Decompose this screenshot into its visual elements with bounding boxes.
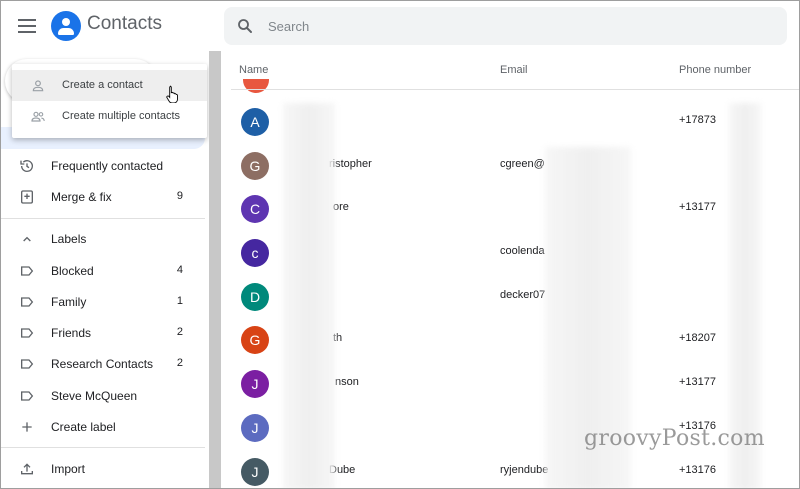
label-icon [21, 359, 34, 369]
label-icon [21, 266, 34, 276]
contact-name: ristopher [329, 158, 372, 170]
avatar: J [241, 414, 269, 442]
hamburger-icon [18, 19, 36, 21]
avatar: D [241, 283, 269, 311]
chevron-up-icon [23, 236, 31, 242]
sidebar-item-blocked[interactable]: Blocked 4 [1, 257, 201, 285]
avatar: J [241, 458, 269, 486]
contact-phone: +13176 [679, 464, 717, 476]
label-icon [21, 328, 34, 338]
contact-email: cgreen@ [500, 158, 545, 170]
avatar: A [241, 108, 269, 136]
avatar: J [241, 370, 269, 398]
label-icon [21, 297, 34, 307]
contact-email: coolenda [500, 245, 545, 257]
contact-phone: +13177 [679, 376, 717, 388]
contact-name: nson [335, 376, 359, 388]
avatar: c [241, 239, 269, 267]
search-input[interactable] [268, 7, 768, 45]
menu-item-create-multiple[interactable]: Create multiple contacts [12, 101, 207, 132]
sidebar-divider [1, 447, 205, 448]
label-icon [21, 391, 34, 401]
labels-header-text: Labels [51, 232, 87, 246]
people-icon [31, 111, 45, 122]
avatar: G [241, 152, 269, 180]
hand-cursor-icon [166, 85, 178, 103]
labels-header[interactable]: Labels [1, 225, 201, 253]
column-header-phone[interactable]: Phone number [679, 64, 751, 76]
contacts-window: Contacts Frequently contacted [0, 0, 800, 489]
history-icon [20, 160, 33, 172]
sidebar-item-count: 1 [176, 295, 183, 307]
avatar [243, 79, 269, 93]
contact-name: ore [333, 201, 349, 213]
sidebar-item-steve-mcqueen[interactable]: Steve McQueen [1, 382, 201, 410]
sidebar-item-count: 9 [176, 190, 183, 202]
sidebar-scrollbar[interactable] [209, 51, 221, 488]
contact-phone: +18207 [679, 332, 717, 344]
sidebar-item-frequently-contacted[interactable]: Frequently contacted [1, 152, 201, 180]
import-icon [21, 463, 33, 475]
search-box[interactable] [224, 7, 787, 45]
header-divider [231, 89, 799, 90]
column-header-email[interactable]: Email [500, 64, 528, 76]
sidebar-item-label: Merge & fix [51, 190, 112, 204]
sidebar-item-merge-fix[interactable]: Merge & fix 9 [1, 183, 201, 211]
sidebar-item-label: Blocked [51, 264, 94, 278]
sidebar-item-label: Friends [51, 326, 92, 340]
import-text: Import [51, 462, 86, 476]
create-label-button[interactable]: Create label [1, 413, 201, 441]
sidebar-item-import[interactable]: Import [1, 455, 201, 483]
merge-fix-icon [21, 190, 33, 204]
sidebar-item-count: 2 [176, 326, 183, 338]
search-icon [238, 19, 252, 33]
sidebar-item-family[interactable]: Family 1 [1, 288, 201, 316]
sidebar-item-label: Family [51, 295, 87, 309]
plus-icon [22, 422, 32, 432]
sidebar-divider [1, 218, 205, 219]
sidebar-item-friends[interactable]: Friends 2 [1, 319, 201, 347]
watermark: groovyPost.com [584, 426, 765, 451]
contact-email: decker07 [500, 289, 546, 301]
column-header-name[interactable]: Name [239, 64, 268, 76]
contact-email: ryjendube [500, 464, 549, 476]
contacts-list: Name Email Phone number A +17873 G risto… [221, 51, 799, 488]
sidebar-item-label: Research Contacts [51, 357, 154, 371]
menu-item-label: Create a contact [62, 79, 143, 91]
sidebar-item-count: 4 [176, 264, 183, 276]
person-icon [32, 80, 44, 92]
main-menu-button[interactable] [15, 15, 39, 37]
sidebar-item-research-contacts[interactable]: Research Contacts 2 [1, 350, 201, 378]
contact-phone: +13177 [679, 201, 717, 213]
privacy-blur-name [283, 103, 335, 488]
top-bar: Contacts [1, 1, 799, 51]
app-title: Contacts [87, 13, 162, 34]
contact-phone: +17873 [679, 114, 717, 126]
sidebar-item-label: Frequently contacted [51, 159, 164, 173]
avatar: G [241, 326, 269, 354]
avatar: C [241, 195, 269, 223]
contacts-logo-icon [51, 11, 81, 41]
create-label-text: Create label [51, 420, 116, 434]
sidebar-item-label: Steve McQueen [51, 389, 138, 403]
sidebar-item-count: 2 [176, 357, 183, 369]
menu-item-label: Create multiple contacts [62, 110, 180, 122]
